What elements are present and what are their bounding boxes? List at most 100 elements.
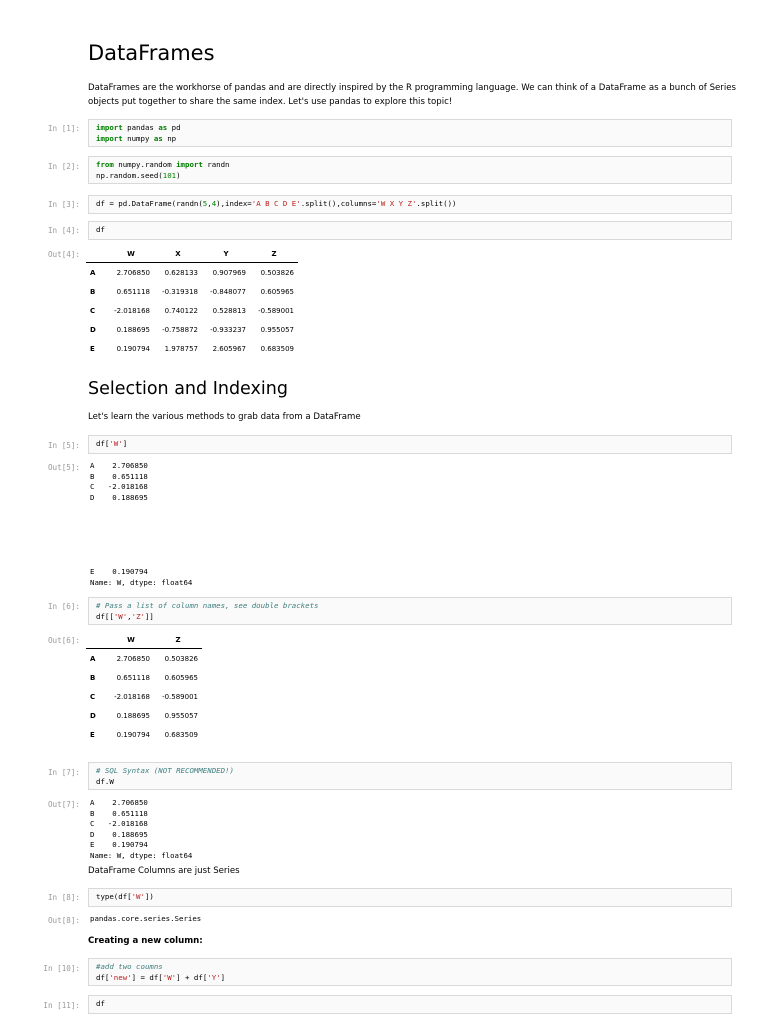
code-cell-2[interactable]: from numpy.random import randn np.random… — [88, 156, 732, 184]
table-row: C -2.018168 -0.589001 — [86, 687, 202, 706]
table-row: C -2.018168 0.740122 0.528813 -0.589001 — [86, 301, 298, 320]
table-cell: 0.651118 — [116, 287, 150, 296]
type-output-8: pandas.core.series.Series — [90, 914, 202, 923]
output-line: E 0.190794 — [90, 840, 148, 849]
row-index: D — [90, 325, 96, 334]
column-header: W — [108, 245, 154, 263]
table-cell: -0.589001 — [258, 306, 294, 315]
new-column-heading: Creating a new column: — [88, 936, 203, 946]
table-cell: 0.190794 — [116, 344, 150, 353]
dataframe-output-table: WXYZ A 2.706850 0.628133 0.907969 0.503826 B 0… — [86, 245, 298, 358]
table-cell: 2.706850 — [116, 654, 150, 663]
page-title: DataFrames — [88, 41, 215, 65]
table-cell: 0.503826 — [260, 268, 294, 277]
row-index: C — [90, 306, 96, 315]
dataframe-subset-table: WZ A 2.706850 0.503826 B 0.651118 0.605965 C -2… — [86, 631, 202, 744]
output-line: C -2.018168 — [90, 482, 148, 491]
output-line: B 0.651118 — [90, 808, 148, 818]
in-prompt-2: In [2]: — [47, 162, 80, 171]
table-row: B 0.651118 -0.319318 -0.848077 0.605965 — [86, 282, 298, 301]
table-row: E 0.190794 0.683509 — [86, 725, 202, 744]
table-cell: -0.848077 — [210, 287, 246, 296]
series-output-5: A 2.706850 B 0.651118 C -2.018168 D 0.18869… — [90, 461, 148, 503]
output-line: B 0.651118 — [90, 471, 148, 481]
row-index: E — [90, 730, 95, 739]
out-prompt-5: Out[5]: — [47, 463, 80, 472]
table-cell: 0.188695 — [116, 325, 150, 334]
table-cell: 0.528813 — [212, 306, 246, 315]
code-cell-11[interactable]: df — [88, 995, 732, 1014]
table-cell: 0.188695 — [116, 711, 150, 720]
table-row: A 2.706850 0.628133 0.907969 0.503826 — [86, 263, 298, 283]
table-cell: 0.683509 — [260, 344, 294, 353]
table-cell: 1.978757 — [164, 344, 198, 353]
code-cell-6-comment: # Pass a list of column names, see doubl… — [96, 601, 319, 610]
table-cell: 0.628133 — [164, 268, 198, 277]
output-line: D 0.188695 — [90, 492, 148, 502]
code-cell-4-text: df — [96, 225, 105, 234]
output-line: C -2.018168 — [90, 819, 148, 828]
table-row: A 2.706850 0.503826 — [86, 649, 202, 669]
table-cell: 0.605965 — [260, 287, 294, 296]
code-cell-11-text: df — [96, 999, 105, 1008]
table-row: D 0.188695 -0.758872 -0.933237 0.955057 — [86, 320, 298, 339]
row-index: B — [90, 673, 96, 682]
column-header: X — [154, 245, 202, 263]
output-line: D 0.188695 — [90, 829, 148, 839]
table-cell: 0.740122 — [164, 306, 198, 315]
table-cell: 0.955057 — [260, 325, 294, 334]
output-line: Name: W, dtype: float64 — [90, 850, 193, 860]
out-prompt-6: Out[6]: — [47, 636, 80, 645]
in-prompt-3: In [3]: — [47, 200, 80, 209]
row-index: A — [90, 268, 96, 277]
in-prompt-5: In [5]: — [47, 441, 80, 450]
code-cell-1[interactable]: import pandas as pd import numpy as np — [88, 119, 732, 147]
output-line: E 0.190794 — [90, 567, 148, 576]
selection-paragraph: Let's learn the various methods to grab … — [88, 412, 361, 422]
in-prompt-10: In [10]: — [43, 964, 80, 973]
table-cell: 0.907969 — [212, 268, 246, 277]
table-cell: 0.605965 — [164, 673, 198, 682]
in-prompt-8: In [8]: — [47, 893, 80, 902]
code-cell-7[interactable]: # SQL Syntax (NOT RECOMMENDED!) df.W — [88, 762, 732, 790]
table-cell: -0.589001 — [162, 692, 198, 701]
table-cell: -0.319318 — [162, 287, 198, 296]
in-prompt-11: In [11]: — [43, 1001, 80, 1010]
output-line: A 2.706850 — [90, 798, 148, 807]
table-row: B 0.651118 0.605965 — [86, 668, 202, 687]
series-output-5-tail: E 0.190794 Name: W, dtype: float64 — [90, 567, 192, 588]
code-cell-5[interactable]: df['W'] — [88, 435, 732, 454]
code-cell-8[interactable]: type(df['W']) — [88, 888, 732, 907]
series-output-7: A 2.706850 B 0.651118 C -2.018168 D 0.18869… — [90, 798, 192, 861]
row-index: A — [90, 654, 96, 663]
output-line: A 2.706850 — [90, 461, 148, 470]
code-cell-10[interactable]: #add two coumns df['new'] = df['W'] + df… — [88, 958, 732, 986]
in-prompt-6: In [6]: — [47, 602, 80, 611]
table-row: D 0.188695 0.955057 — [86, 706, 202, 725]
table-cell: 0.683509 — [164, 730, 198, 739]
code-cell-3[interactable]: df = pd.DataFrame(randn(5,4),index='A B … — [88, 195, 732, 214]
table-cell: 2.706850 — [116, 268, 150, 277]
table-cell: -2.018168 — [114, 306, 150, 315]
table-cell: 0.190794 — [116, 730, 150, 739]
column-header: Y — [202, 245, 250, 263]
series-paragraph: DataFrame Columns are just Series — [88, 866, 240, 876]
output-line: Name: W, dtype: float64 — [90, 577, 193, 587]
out-prompt-8: Out[8]: — [47, 916, 80, 925]
intro-paragraph-line2: objects put together to share the same i… — [88, 97, 453, 107]
out-prompt-7: Out[7]: — [47, 800, 80, 809]
in-prompt-7: In [7]: — [47, 768, 80, 777]
table-cell: -0.933237 — [210, 325, 246, 334]
row-index: B — [90, 287, 96, 296]
table-cell: 0.651118 — [116, 673, 150, 682]
code-cell-4[interactable]: df — [88, 221, 732, 240]
row-index: C — [90, 692, 96, 701]
out-prompt-4: Out[4]: — [47, 250, 80, 259]
table-cell: -2.018168 — [114, 692, 150, 701]
row-index: E — [90, 344, 95, 353]
table-cell: 2.605967 — [212, 344, 246, 353]
column-header: Z — [250, 245, 298, 263]
code-cell-6[interactable]: # Pass a list of column names, see doubl… — [88, 597, 732, 625]
code-cell-10-comment: #add two coumns — [96, 962, 163, 971]
table-cell: 0.955057 — [164, 711, 198, 720]
